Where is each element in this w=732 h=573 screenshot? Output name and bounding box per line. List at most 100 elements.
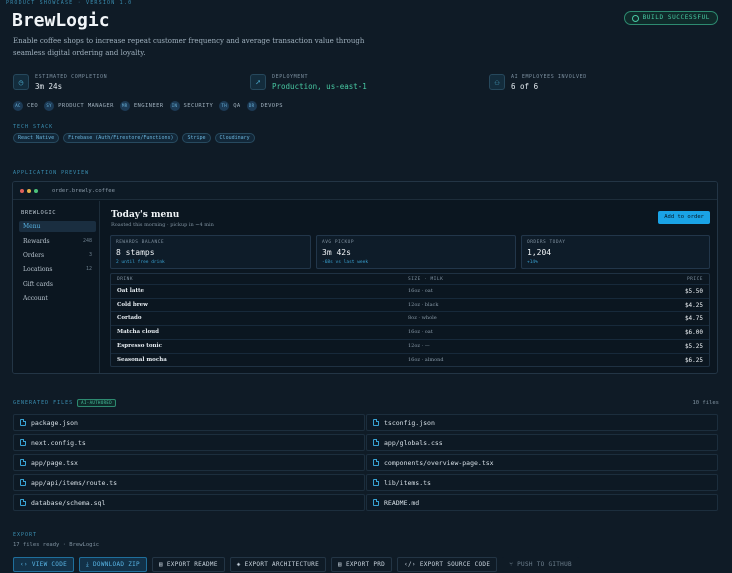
column-header: SIZE · MILK (408, 277, 444, 282)
role-label: SECURITY (183, 102, 214, 109)
export-subtitle: 17 files ready · BrewLogic (13, 542, 100, 548)
export-architecture-button[interactable]: ◈ EXPORT ARCHITECTURE (229, 557, 327, 572)
button-label: PUSH TO GITHUB (517, 561, 572, 568)
export-prd-button[interactable]: ▤ EXPORT PRD (331, 557, 393, 572)
avatar: SY (44, 100, 55, 111)
export-actions: ‹› VIEW CODE ⤓ DOWNLOAD ZIP ▤ EXPORT README… (13, 557, 579, 572)
sidebar-item-locations[interactable]: Locations 12 (19, 264, 96, 275)
view-code-button[interactable]: ‹› VIEW CODE (13, 557, 75, 572)
nav-label: Orders (23, 252, 45, 259)
role-engineer: MR ENGINEER (119, 100, 164, 111)
avatar: MR (119, 100, 130, 111)
stat-deployment: ➚ DEPLOYMENT Production, us-east-1 (250, 71, 367, 93)
drink-price: $4.25 (684, 301, 703, 309)
file-item[interactable]: tsconfig.json (366, 414, 718, 431)
role-label: DEVOPS (260, 102, 283, 109)
tech-stack-list: React Native Firebase (Auth/Firestore/Fu… (13, 133, 255, 143)
build-status-label: BUILD SUCCESSFUL (642, 14, 710, 21)
column-header: PRICE (686, 277, 703, 282)
table-row[interactable]: Oat latte 16oz · oat $5.50 (111, 284, 709, 298)
file-item[interactable]: package.json (13, 414, 365, 431)
file-icon (20, 499, 26, 506)
nav-label: Locations (23, 266, 53, 273)
file-name: package.json (31, 418, 78, 427)
nav-label: Rewards (23, 238, 50, 245)
file-item[interactable]: app/api/items/route.ts (13, 474, 365, 491)
drink-price: $5.25 (684, 342, 703, 350)
download-zip-button[interactable]: ⤓ DOWNLOAD ZIP (79, 557, 147, 572)
file-icon (373, 499, 379, 506)
users-icon: ⚇ (489, 74, 505, 90)
file-item[interactable]: components/overview-page.tsx (366, 454, 718, 471)
page-title: BrewLogic (12, 10, 110, 31)
export-source-code-button[interactable]: ‹/› EXPORT SOURCE CODE (397, 557, 498, 572)
card-label: ORDERS TODAY (527, 240, 566, 245)
file-item[interactable]: next.config.ts (13, 434, 365, 451)
button-label: EXPORT SOURCE CODE (419, 561, 491, 568)
column-header: DRINK (117, 277, 134, 282)
card-label: REWARDS BALANCE (116, 240, 165, 245)
sidebar-item-rewards[interactable]: Rewards 248 (19, 236, 96, 247)
file-item[interactable]: database/schema.sql (13, 494, 365, 511)
table-row[interactable]: Matcha cloud 16oz · oat $6.00 (111, 325, 709, 339)
role-label: PRODUCT MANAGER (58, 102, 114, 109)
role-list: AC CEO SY PRODUCT MANAGER MR ENGINEER IN SEC… (13, 100, 283, 111)
file-icon (20, 419, 26, 426)
role-devops: DR DEVOPS (246, 100, 283, 111)
avatar: DR (246, 100, 257, 111)
sidebar-item-account[interactable]: Account (19, 293, 96, 304)
drink-price: $6.00 (684, 329, 703, 337)
role-product-manager: SY PRODUCT MANAGER (44, 100, 114, 111)
file-item[interactable]: app/page.tsx (13, 454, 365, 471)
rocket-icon: ➚ (250, 74, 266, 90)
file-name: README.md (384, 498, 420, 507)
card-value: 8 stamps (116, 248, 155, 257)
address-bar[interactable]: order.brewly.coffee (52, 188, 115, 194)
stat-value: Production, us-east-1 (272, 81, 367, 91)
code-icon: ‹› (20, 561, 28, 568)
tech-chip: React Native (13, 133, 60, 143)
file-item[interactable]: app/globals.css (366, 434, 718, 451)
file-name: components/overview-page.tsx (384, 458, 494, 467)
button-label: EXPORT README (166, 561, 218, 568)
file-item[interactable]: lib/items.ts (366, 474, 718, 491)
drink-name: Matcha cloud (117, 329, 159, 336)
role-security: IN SECURITY (169, 100, 214, 111)
card-label: AVG PICKUP (322, 240, 355, 245)
tech-chip: Stripe (182, 133, 211, 143)
card-orders-today: ORDERS TODAY 1,204 +14% (521, 235, 710, 269)
file-name: database/schema.sql (31, 498, 106, 507)
card-hint: -68s vs last week (322, 260, 369, 265)
file-count: 10 files (692, 400, 720, 406)
drink-size: 12oz · black (408, 301, 439, 308)
file-item[interactable]: README.md (366, 494, 718, 511)
add-to-order-button[interactable]: Add to order (658, 211, 710, 224)
file-icon (20, 479, 26, 486)
minimize-dot-icon (27, 189, 31, 193)
push-to-github-button[interactable]: ⑂ PUSH TO GITHUB (502, 557, 579, 572)
table-row[interactable]: Cortado 8oz · whole $4.75 (111, 311, 709, 325)
sidebar-item-orders[interactable]: Orders 3 (19, 250, 96, 261)
drink-size: 16oz · oat (408, 329, 433, 336)
table-row[interactable]: Espresso tonic 12oz · — $5.25 (111, 338, 709, 353)
stat-ai-employees: ⚇ AI EMPLOYEES INVOLVED 6 of 6 (489, 71, 587, 93)
role-label: QA (233, 102, 241, 109)
tech-stack-label: TECH STACK (13, 124, 54, 130)
table-row[interactable]: Seasonal mocha 16oz · almond $6.25 (111, 352, 709, 367)
ai-authored-badge: AI-AUTHORED (77, 399, 117, 407)
preview-sidebar: BREWLOGIC Menu Rewards 248 Orders 3 Locati… (13, 201, 100, 373)
export-readme-button[interactable]: ▤ EXPORT README (151, 557, 225, 572)
button-label: EXPORT PRD (345, 561, 386, 568)
file-name: app/api/items/route.ts (31, 478, 118, 487)
file-icon (20, 459, 26, 466)
file-icon (373, 439, 379, 446)
sidebar-item-gift-cards[interactable]: Gift cards (19, 279, 96, 290)
drink-name: Cortado (117, 315, 142, 322)
drink-size: 8oz · whole (408, 315, 437, 322)
drink-price: $4.75 (684, 315, 703, 323)
sidebar-item-menu[interactable]: Menu (19, 221, 96, 232)
clock-icon: ◷ (13, 74, 29, 90)
drink-size: 16oz · oat (408, 288, 433, 294)
git-branch-icon: ⑂ (509, 561, 514, 568)
table-row[interactable]: Cold brew 12oz · black $4.25 (111, 297, 709, 312)
